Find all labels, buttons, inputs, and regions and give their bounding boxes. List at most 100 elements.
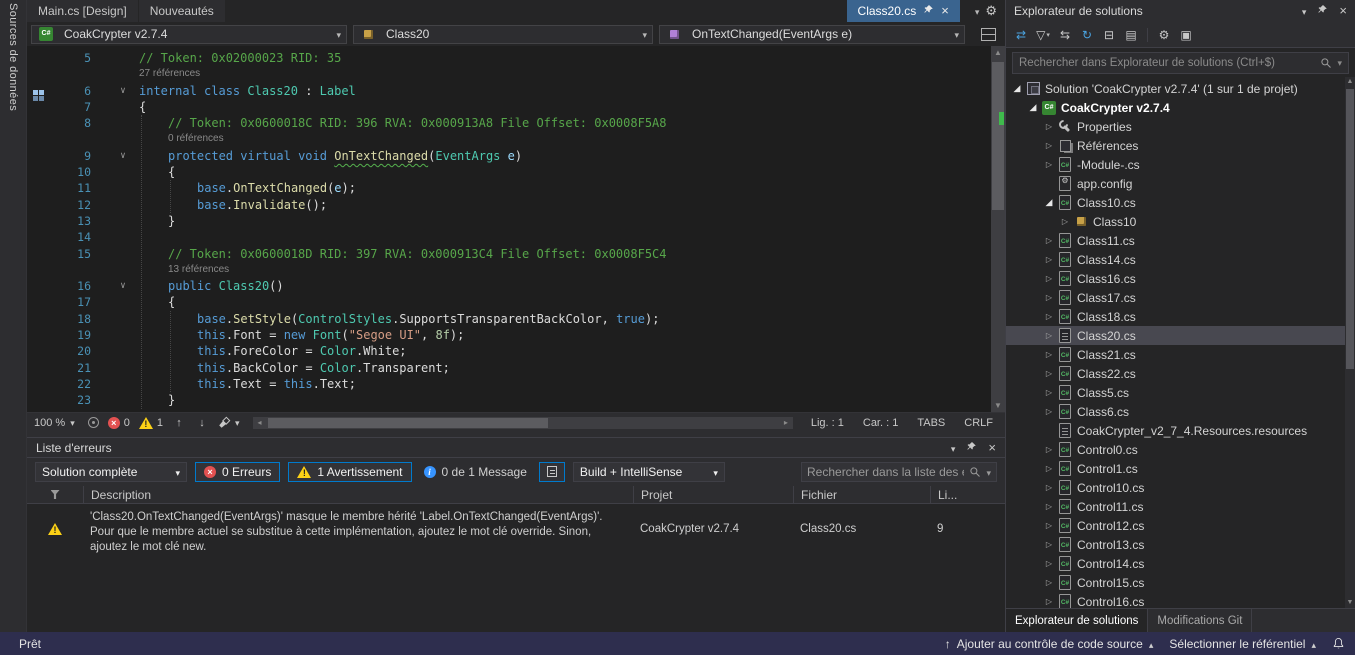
fold-collapse-icon[interactable]: ∨ bbox=[115, 83, 131, 99]
tree-scroll-thumb[interactable] bbox=[1346, 89, 1354, 369]
close-icon[interactable] bbox=[941, 4, 949, 18]
code-editor[interactable]: 5// Token: 0x02000023 RID: 3527 référenc… bbox=[27, 46, 1005, 412]
expand-icon[interactable]: ▷ bbox=[1042, 464, 1056, 473]
code-line[interactable]: 21this.BackColor = Color.Transparent; bbox=[27, 360, 991, 376]
code-line[interactable]: 18base.SetStyle(ControlStyles.SupportsTr… bbox=[27, 311, 991, 327]
tree-item-control13-cs[interactable]: ▷Control13.cs bbox=[1006, 535, 1355, 554]
expand-icon[interactable]: ▷ bbox=[1042, 559, 1056, 568]
document-health-icon[interactable] bbox=[88, 417, 99, 428]
code-line[interactable]: 16∨public Class20() bbox=[27, 278, 991, 294]
code-line[interactable]: 19this.Font = new Font("Segoe UI", 8f); bbox=[27, 327, 991, 343]
scroll-right-icon[interactable] bbox=[780, 417, 792, 429]
tree-item-class16-cs[interactable]: ▷Class16.cs bbox=[1006, 269, 1355, 288]
codelens-row[interactable]: 0 références bbox=[27, 131, 991, 147]
tree-item-class5-cs[interactable]: ▷Class5.cs bbox=[1006, 383, 1355, 402]
code-line[interactable]: 17{ bbox=[27, 294, 991, 310]
horizontal-scrollbar[interactable] bbox=[253, 417, 793, 429]
tab-list-chevron-icon[interactable] bbox=[975, 4, 980, 18]
margin-glyph-icon[interactable] bbox=[33, 90, 38, 95]
tree-item-class11-cs[interactable]: ▷Class11.cs bbox=[1006, 231, 1355, 250]
error-list-row[interactable]: 'Class20.OnTextChanged(EventArgs)' masqu… bbox=[27, 504, 1005, 560]
errors-filter-button[interactable]: 0 Erreurs bbox=[195, 462, 280, 482]
show-all-files-icon[interactable]: ▤ bbox=[1121, 25, 1141, 45]
sync-active-document-icon[interactable]: ⇄ bbox=[1011, 25, 1031, 45]
error-list-search-input[interactable]: Rechercher dans la liste des er bbox=[801, 462, 997, 482]
tab-solution-explorer[interactable]: Explorateur de solutions bbox=[1006, 609, 1148, 632]
scroll-down-icon[interactable]: ▼ bbox=[1345, 598, 1355, 608]
previous-issue-button[interactable] bbox=[172, 417, 186, 429]
expand-icon[interactable]: ▷ bbox=[1042, 483, 1056, 492]
pin-icon[interactable] bbox=[923, 4, 934, 18]
expand-icon[interactable]: ▷ bbox=[1042, 578, 1056, 587]
expand-icon[interactable]: ▷ bbox=[1042, 160, 1056, 169]
details-pane-button[interactable] bbox=[539, 462, 565, 482]
fold-collapse-icon[interactable]: ∨ bbox=[115, 278, 131, 294]
split-window-icon[interactable] bbox=[981, 28, 996, 41]
expand-icon[interactable]: ▷ bbox=[1042, 331, 1056, 340]
member-dropdown[interactable]: OnTextChanged(EventArgs e) bbox=[659, 25, 965, 44]
code-line[interactable]: 11base.OnTextChanged(e); bbox=[27, 180, 991, 196]
messages-filter-button[interactable]: 0 de 1 Message bbox=[420, 465, 531, 479]
description-column-header[interactable]: Description bbox=[83, 486, 633, 503]
pin-icon[interactable] bbox=[966, 441, 977, 455]
vertical-scrollbar[interactable]: ▲ ▼ bbox=[991, 46, 1005, 412]
expand-icon[interactable]: ▷ bbox=[1042, 236, 1056, 245]
collapse-icon[interactable]: ◢ bbox=[1042, 197, 1056, 208]
solution-explorer-title-bar[interactable]: Explorateur de solutions bbox=[1006, 0, 1355, 22]
codelens-row[interactable]: 27 références bbox=[27, 66, 991, 82]
collapse-all-icon[interactable]: ⊟ bbox=[1099, 25, 1119, 45]
vertical-scroll-thumb[interactable] bbox=[992, 62, 1004, 210]
code-line[interactable]: 9∨protected virtual void OnTextChanged(E… bbox=[27, 148, 991, 164]
tree-item-class10[interactable]: ▷Class10 bbox=[1006, 212, 1355, 231]
tab-git-changes[interactable]: Modifications Git bbox=[1148, 609, 1252, 632]
tree-item-properties[interactable]: ▷Properties bbox=[1006, 117, 1355, 136]
source-filter-dropdown[interactable]: Build + IntelliSense bbox=[573, 462, 725, 482]
tree-item-control1-cs[interactable]: ▷Control1.cs bbox=[1006, 459, 1355, 478]
code-line[interactable]: 14 bbox=[27, 229, 991, 245]
tree-item-control10-cs[interactable]: ▷Control10.cs bbox=[1006, 478, 1355, 497]
code-line[interactable]: 15// Token: 0x0600018D RID: 397 RVA: 0x0… bbox=[27, 246, 991, 262]
properties-icon[interactable]: ⚙ bbox=[1154, 25, 1174, 45]
code-cleanup-button[interactable] bbox=[218, 416, 240, 429]
select-repository-button[interactable]: Sélectionner le référentiel bbox=[1169, 637, 1316, 651]
code-line[interactable]: 7{ bbox=[27, 99, 991, 115]
error-count-indicator[interactable]: 0 bbox=[108, 417, 130, 429]
scroll-left-icon[interactable] bbox=[254, 417, 266, 429]
code-line[interactable]: 12base.Invalidate(); bbox=[27, 197, 991, 213]
expand-icon[interactable]: ▷ bbox=[1042, 445, 1056, 454]
tree-item-control12-cs[interactable]: ▷Control12.cs bbox=[1006, 516, 1355, 535]
code-line[interactable]: 20this.ForeColor = Color.White; bbox=[27, 343, 991, 359]
fold-collapse-icon[interactable]: ∨ bbox=[115, 148, 131, 164]
tree-item-module-cs[interactable]: ▷-Module-.cs bbox=[1006, 155, 1355, 174]
preview-selected-icon[interactable]: ▣ bbox=[1176, 25, 1196, 45]
expand-icon[interactable]: ▷ bbox=[1042, 312, 1056, 321]
expand-icon[interactable]: ▷ bbox=[1042, 350, 1056, 359]
scroll-up-icon[interactable]: ▲ bbox=[991, 46, 1005, 59]
close-icon[interactable] bbox=[1339, 4, 1347, 18]
window-menu-chevron-icon[interactable] bbox=[1302, 4, 1307, 18]
expand-icon[interactable]: ▷ bbox=[1058, 217, 1072, 226]
eol-indicator[interactable]: CRLF bbox=[959, 417, 998, 429]
sidebar-tab-data-sources[interactable]: Sources de données bbox=[0, 0, 27, 632]
tab-nouveautes[interactable]: Nouveautés bbox=[139, 0, 225, 22]
tree-item-control16-cs[interactable]: ▷Control16.cs bbox=[1006, 592, 1355, 608]
expand-icon[interactable]: ▷ bbox=[1042, 141, 1056, 150]
code-line[interactable]: 8// Token: 0x0600018C RID: 396 RVA: 0x00… bbox=[27, 115, 991, 131]
collapse-icon[interactable]: ◢ bbox=[1026, 102, 1040, 113]
tree-scrollbar[interactable]: ▲ ▼ bbox=[1345, 77, 1355, 608]
code-line[interactable]: 5// Token: 0x02000023 RID: 35 bbox=[27, 50, 991, 66]
tree-item-app-config[interactable]: app.config bbox=[1006, 174, 1355, 193]
tree-item-control11-cs[interactable]: ▷Control11.cs bbox=[1006, 497, 1355, 516]
next-issue-button[interactable] bbox=[195, 417, 209, 429]
refresh-icon[interactable]: ↻ bbox=[1077, 25, 1097, 45]
project-column-header[interactable]: Projet bbox=[633, 486, 793, 503]
code-line[interactable]: 13} bbox=[27, 213, 991, 229]
expand-icon[interactable]: ▷ bbox=[1042, 388, 1056, 397]
scroll-down-icon[interactable]: ▼ bbox=[991, 399, 1005, 412]
horizontal-scroll-thumb[interactable] bbox=[268, 418, 549, 428]
code-line[interactable]: 10{ bbox=[27, 164, 991, 180]
line-column-header[interactable]: Li... bbox=[930, 486, 985, 503]
tree-item-class21-cs[interactable]: ▷Class21.cs bbox=[1006, 345, 1355, 364]
expand-icon[interactable]: ▷ bbox=[1042, 255, 1056, 264]
zoom-control[interactable]: 100 % bbox=[34, 417, 79, 429]
